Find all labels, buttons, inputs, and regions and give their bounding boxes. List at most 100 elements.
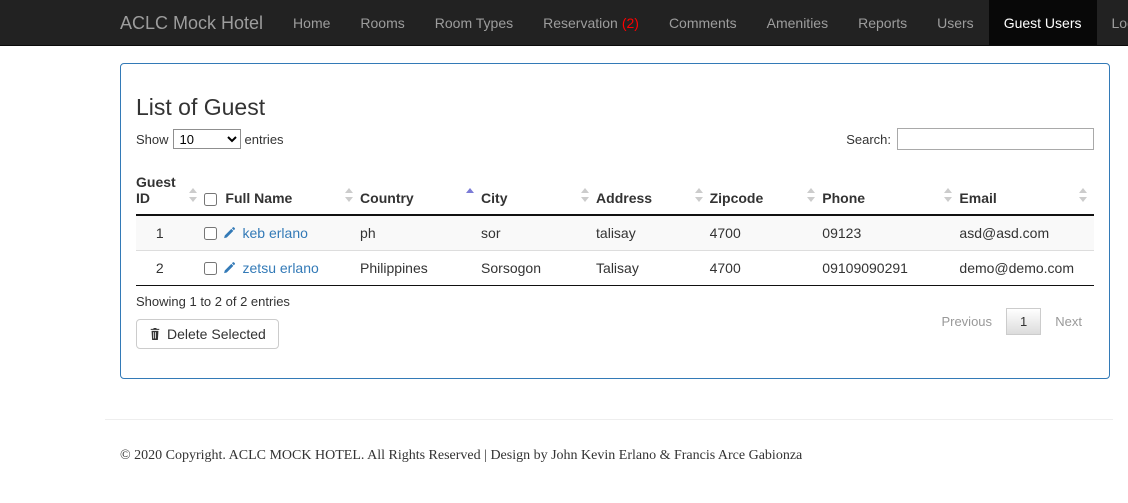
cell-phone: 09123 [822,215,960,252]
footer-divider [105,419,1113,420]
cell-zipcode: 4700 [709,215,823,252]
edit-pencil-icon[interactable] [223,226,237,240]
cell-full-name: keb erlano [203,215,361,252]
sort-icon-country[interactable] [466,188,475,202]
nav-item-rooms-label: Rooms [360,14,405,31]
nav-item-home[interactable]: Home [278,0,345,45]
nav-item-reports-label: Reports [858,14,908,31]
nav-item-users[interactable]: Users [922,0,989,45]
guest-table: Guest ID Full Name Country City Address … [136,166,1094,287]
column-header-country[interactable]: Country [360,166,482,217]
navbar-items-container: ACLC Mock Hotel Home Rooms Room Types Re… [105,0,1128,45]
navbar-brand[interactable]: ACLC Mock Hotel [105,0,278,45]
row-select-checkbox[interactable] [203,226,217,240]
column-header-city[interactable]: City [481,166,597,217]
cell-city: Sorsogon [481,250,597,287]
cell-guest-id: 2 [136,250,204,287]
cell-email: asd@asd.com [959,215,1094,252]
column-header-phone[interactable]: Phone [822,166,960,217]
pagination: Previous 1 Next [929,308,1094,336]
nav-item-comments-label: Comments [668,14,737,31]
sort-icon-email[interactable] [1079,188,1088,203]
cell-phone: 09109090291 [822,250,960,287]
cell-address: Talisay [596,250,710,287]
column-header-address-label: Address [596,190,653,207]
column-header-full-name[interactable]: Full Name [203,166,361,217]
show-label: Show [136,131,169,147]
page-title: List of Guest [136,94,266,120]
table-header-row: Guest ID Full Name Country City Address … [136,166,1094,217]
table-info: Showing 1 to 2 of 2 entries [136,294,290,310]
full-name-cell-content: zetsu erlano [203,260,341,276]
cell-zipcode: 4700 [709,250,823,287]
edit-pencil-icon[interactable] [223,261,237,275]
cell-address: talisay [596,215,710,252]
nav-item-users-label: Users [937,14,974,31]
row-select-checkbox[interactable] [203,261,217,275]
nav-item-rooms[interactable]: Rooms [345,0,419,45]
reservation-count-badge: (2) [621,14,639,31]
page-length-control: Show 10 entries [136,129,284,150]
nav-item-guest-users-label: Guest Users [1003,14,1082,31]
nav-item-amenities[interactable]: Amenities [752,0,843,45]
full-name-cell-content: keb erlano [203,225,341,241]
nav-item-logout[interactable]: Logout [1097,0,1128,45]
sort-icon-city[interactable] [581,188,590,203]
datatable-controls: Show 10 entries Search: [136,126,1094,152]
pagination-page-1[interactable]: 1 [1006,308,1042,336]
delete-selected-button[interactable]: Delete Selected [136,319,279,350]
sort-icon-address[interactable] [694,188,704,203]
table-info-container: Showing 1 to 2 of 2 entries Delete Selec… [136,294,290,350]
nav-item-logout-label: Logout [1111,14,1128,31]
nav-item-room-types[interactable]: Room Types [420,0,528,45]
nav-item-reports[interactable]: Reports [843,0,922,45]
cell-email: demo@demo.com [959,250,1094,287]
nav-item-room-types-label: Room Types [434,14,514,31]
column-header-guest-id-label: Guest ID [136,174,176,207]
column-header-address[interactable]: Address [596,166,710,217]
guest-name-link[interactable]: keb erlano [243,225,308,241]
cell-country: ph [360,215,482,252]
entries-label: entries [244,131,284,147]
pagination-previous[interactable]: Previous [929,308,1004,335]
select-all-checkbox[interactable] [203,193,217,207]
guest-table-head: Guest ID Full Name Country City Address … [136,166,1094,217]
guest-list-panel: List of Guest Show 10 entries Search: Gu… [120,63,1110,379]
column-header-full-name-label: Full Name [225,190,293,207]
panel-body: List of Guest Show 10 entries Search: Gu… [121,64,1109,378]
main-navbar: ACLC Mock Hotel Home Rooms Room Types Re… [0,0,1128,46]
column-header-guest-id[interactable]: Guest ID [136,166,204,217]
column-header-country-label: Country [360,190,414,207]
column-header-email[interactable]: Email [959,166,1094,217]
page-length-select[interactable]: 10 [172,129,241,150]
sort-icon-phone[interactable] [944,188,953,203]
column-header-zipcode[interactable]: Zipcode [709,166,823,217]
search-control: Search: [846,128,1094,151]
sort-icon-guest-id[interactable] [188,188,198,203]
cell-city: sor [481,215,597,252]
cell-country: Philippines [360,250,482,287]
datatable-footer: Showing 1 to 2 of 2 entries Delete Selec… [136,294,1094,350]
column-header-zipcode-label: Zipcode [709,190,764,207]
sort-icon-zipcode[interactable] [807,188,816,203]
nav-item-home-label: Home [293,14,331,31]
nav-item-amenities-label: Amenities [766,14,829,31]
guest-name-link[interactable]: zetsu erlano [243,260,319,276]
column-header-email-label: Email [959,190,997,207]
column-header-phone-label: Phone [822,190,866,207]
delete-selected-label: Delete Selected [167,326,266,343]
pagination-next[interactable]: Next [1043,308,1094,335]
guest-table-body: 1 keb erlano ph sor talisay 4700 09123 a… [136,215,1094,287]
cell-guest-id: 1 [136,215,204,252]
search-input[interactable] [897,128,1094,151]
nav-item-comments[interactable]: Comments [654,0,752,45]
sort-icon-full-name[interactable] [345,188,354,203]
trash-icon [149,327,161,341]
nav-item-guest-users[interactable]: Guest Users [988,0,1097,45]
table-row[interactable]: 2 zetsu erlano Philippines Sorsogon Tali… [136,250,1094,287]
column-header-city-label: City [481,190,508,207]
cell-full-name: zetsu erlano [203,250,361,287]
nav-item-reservation[interactable]: Reservation (2) [528,0,654,45]
search-label: Search: [846,131,891,147]
table-row[interactable]: 1 keb erlano ph sor talisay 4700 09123 a… [136,215,1094,252]
